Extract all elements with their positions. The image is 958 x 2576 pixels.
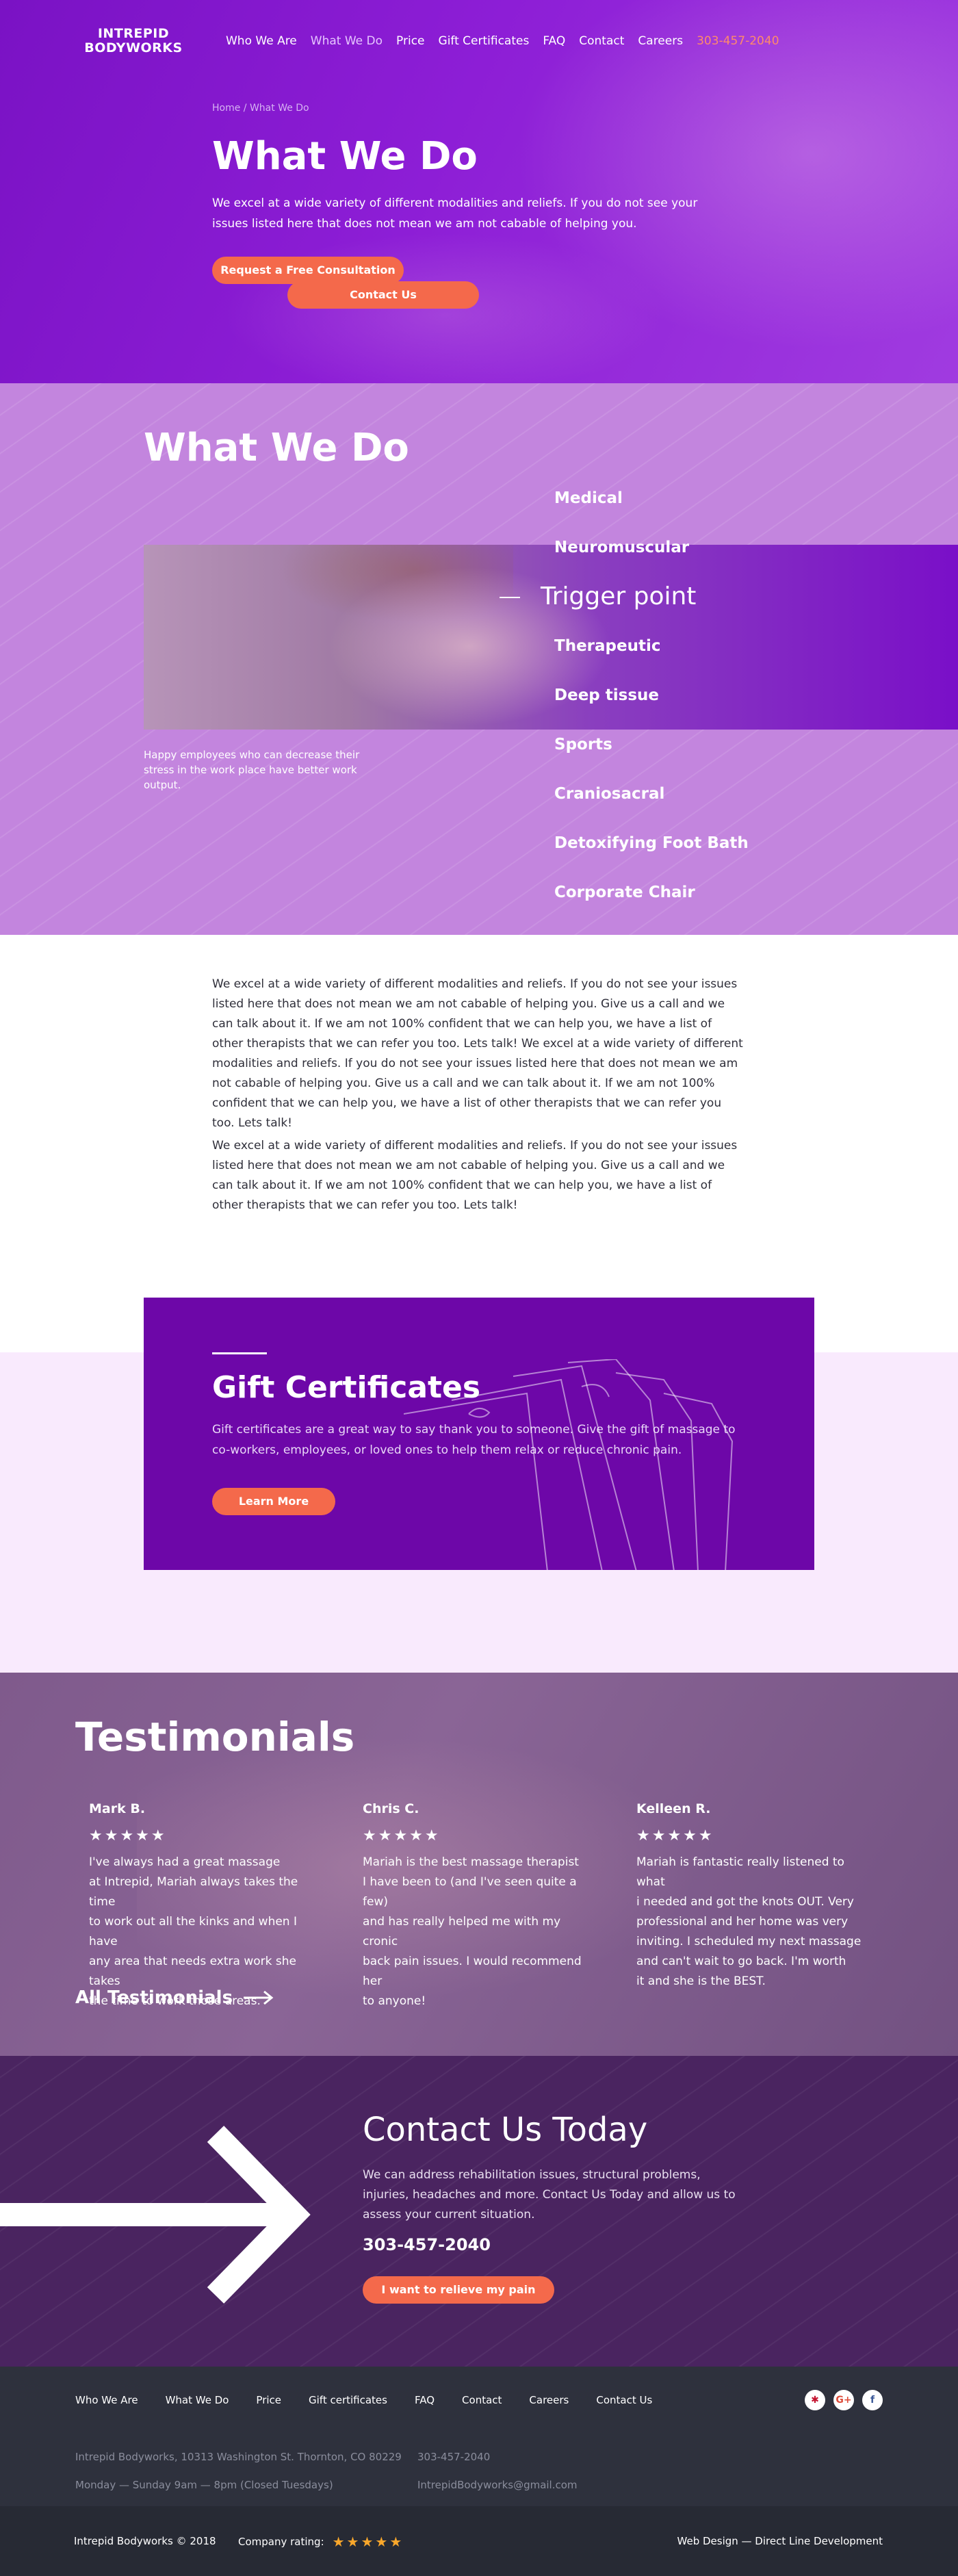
nav-careers[interactable]: Careers: [638, 34, 683, 48]
service-item-neuromuscular[interactable]: Neuromuscular: [554, 523, 749, 572]
service-item-label: Trigger point: [541, 582, 697, 610]
description-section: We excel at a wide variety of different …: [0, 935, 958, 1298]
star-rating-icon: ★★★★★: [636, 1827, 714, 1844]
testimonial-card: Mark B. ★★★★★ I've always had a great ma…: [89, 1801, 322, 2011]
footer-nav-who-we-are[interactable]: Who We Are: [75, 2394, 138, 2406]
footer-nav-gift-certificates[interactable]: Gift certificates: [309, 2394, 387, 2406]
arrow-right-icon: [244, 1991, 274, 2005]
footer-nav-contact-us[interactable]: Contact Us: [596, 2394, 652, 2406]
nav-price[interactable]: Price: [396, 34, 424, 48]
nav-contact[interactable]: Contact: [579, 34, 624, 48]
breadcrumb[interactable]: Home / What We Do: [212, 103, 309, 114]
hero-intro: We excel at a wide variety of different …: [212, 196, 698, 231]
testimonial-text: Mariah is fantastic really listened to w…: [636, 1855, 862, 1988]
service-item-sports[interactable]: Sports: [554, 720, 749, 769]
description-paragraph: We excel at a wide variety of different …: [212, 1139, 738, 1212]
footer: Who We Are What We Do Price Gift certifi…: [0, 2367, 958, 2506]
logo[interactable]: Intrepid Bodyworks: [75, 27, 192, 55]
page-title: What We Do: [212, 134, 478, 179]
star-rating-icon: ★★★★★: [363, 1827, 441, 1844]
footer-contact-block: 303-457-2040 IntrepidBodyworks@gmail.com: [417, 2443, 578, 2499]
footer-address-block: Intrepid Bodyworks, 10313 Washington St.…: [75, 2443, 402, 2499]
footer-nav: Who We Are What We Do Price Gift certifi…: [75, 2394, 652, 2406]
active-dash: [500, 597, 520, 598]
facebook-icon[interactable]: f: [862, 2390, 883, 2410]
footer-nav-what-we-do[interactable]: What We Do: [166, 2394, 229, 2406]
contact-text: We can address rehabilitation issues, st…: [363, 2168, 736, 2221]
all-testimonials-label: All Testimonials: [75, 1987, 233, 2008]
contact-us-button[interactable]: Contact Us: [287, 281, 479, 309]
testimonials-title: Testimonials: [75, 1714, 355, 1760]
header: Intrepid Bodyworks Who We Are What We Do…: [75, 25, 883, 309]
big-arrow-icon: [0, 2126, 311, 2304]
footer-hours: Monday — Sunday 9am — 8pm (Closed Tuesda…: [75, 2479, 333, 2491]
testimonial-author: Mark B.: [89, 1801, 146, 1816]
footer-nav-careers[interactable]: Careers: [529, 2394, 569, 2406]
nav-who-we-are[interactable]: Who We Are: [226, 34, 297, 48]
hero-section: Intrepid Bodyworks Who We Are What We Do…: [0, 0, 958, 383]
photo-caption: Happy employees who can decrease their s…: [144, 749, 360, 791]
services-title: What We Do: [144, 426, 409, 470]
all-testimonials-link[interactable]: All Testimonials: [75, 1987, 274, 2008]
service-item-therapeutic[interactable]: Therapeutic: [554, 621, 749, 671]
social-links: ✱ G+ f: [805, 2390, 883, 2410]
testimonial-text: Mariah is the best massage therapist I h…: [363, 1855, 582, 2008]
main-nav: Who We Are What We Do Price Gift Certifi…: [226, 34, 883, 48]
gift-rule: [212, 1352, 267, 1354]
footer-email[interactable]: IntrepidBodyworks@gmail.com: [417, 2471, 578, 2499]
star-rating-icon: ★★★★★: [89, 1827, 167, 1844]
testimonial-author: Kelleen R.: [636, 1801, 711, 1816]
free-consultation-button[interactable]: Request a Free Consultation: [212, 257, 404, 284]
testimonials-section: Testimonials Mark B. ★★★★★ I've always h…: [0, 1673, 958, 2056]
rating-stars-icon: ★★★★★: [332, 2534, 404, 2550]
copyright: Intrepid Bodyworks © 2018: [74, 2535, 216, 2547]
gift-cards-icon: [404, 1359, 734, 1570]
testimonial-card: Chris C. ★★★★★ Mariah is the best massag…: [363, 1801, 595, 2011]
footer-address: Intrepid Bodyworks, 10313 Washington St.…: [75, 2451, 402, 2463]
testimonial-card: Kelleen R. ★★★★★ Mariah is fantastic rea…: [636, 1801, 869, 1992]
contact-title: Contact Us Today: [363, 2111, 648, 2149]
description-paragraph: We excel at a wide variety of different …: [212, 977, 743, 1130]
footer-nav-faq[interactable]: FAQ: [415, 2394, 435, 2406]
services-section: What We Do Happy employees who can decre…: [0, 383, 958, 935]
relieve-pain-button[interactable]: I want to relieve my pain: [363, 2276, 554, 2304]
service-item-craniosacral[interactable]: Craniosacral: [554, 769, 749, 819]
gift-card-panel: Gift Certificates Gift certificates are …: [144, 1298, 814, 1570]
nav-gift-certificates[interactable]: Gift Certificates: [439, 34, 530, 48]
footer-bottom-bar: Intrepid Bodyworks © 2018 Company rating…: [0, 2506, 958, 2576]
rating-label: Company rating:: [238, 2536, 324, 2548]
web-design-credit[interactable]: Web Design — Direct Line Development: [677, 2535, 883, 2547]
nav-what-we-do[interactable]: What We Do: [311, 34, 383, 48]
company-rating: Company rating: ★★★★★: [238, 2534, 404, 2550]
testimonial-author: Chris C.: [363, 1801, 419, 1816]
services-list: Medical Neuromuscular Trigger point Ther…: [500, 474, 749, 917]
contact-section: Contact Us Today We can address rehabili…: [0, 2056, 958, 2367]
yelp-icon[interactable]: ✱: [805, 2390, 825, 2410]
google-plus-icon[interactable]: G+: [833, 2390, 854, 2410]
service-item-corporate-chair[interactable]: Corporate Chair: [554, 868, 749, 917]
service-item-trigger-point[interactable]: Trigger point: [500, 572, 749, 621]
service-item-foot-bath[interactable]: Detoxifying Foot Bath: [554, 819, 749, 868]
footer-phone[interactable]: 303-457-2040: [417, 2443, 578, 2471]
service-item-deep-tissue[interactable]: Deep tissue: [554, 671, 749, 720]
contact-phone[interactable]: 303-457-2040: [363, 2235, 491, 2254]
learn-more-button[interactable]: Learn More: [212, 1488, 335, 1515]
header-phone-link[interactable]: 303-457-2040: [697, 34, 779, 48]
service-item-medical[interactable]: Medical: [554, 474, 749, 523]
nav-faq[interactable]: FAQ: [543, 34, 565, 48]
gift-section: Gift Certificates Gift certificates are …: [0, 1298, 958, 1673]
footer-nav-contact[interactable]: Contact: [462, 2394, 502, 2406]
footer-nav-price[interactable]: Price: [256, 2394, 281, 2406]
